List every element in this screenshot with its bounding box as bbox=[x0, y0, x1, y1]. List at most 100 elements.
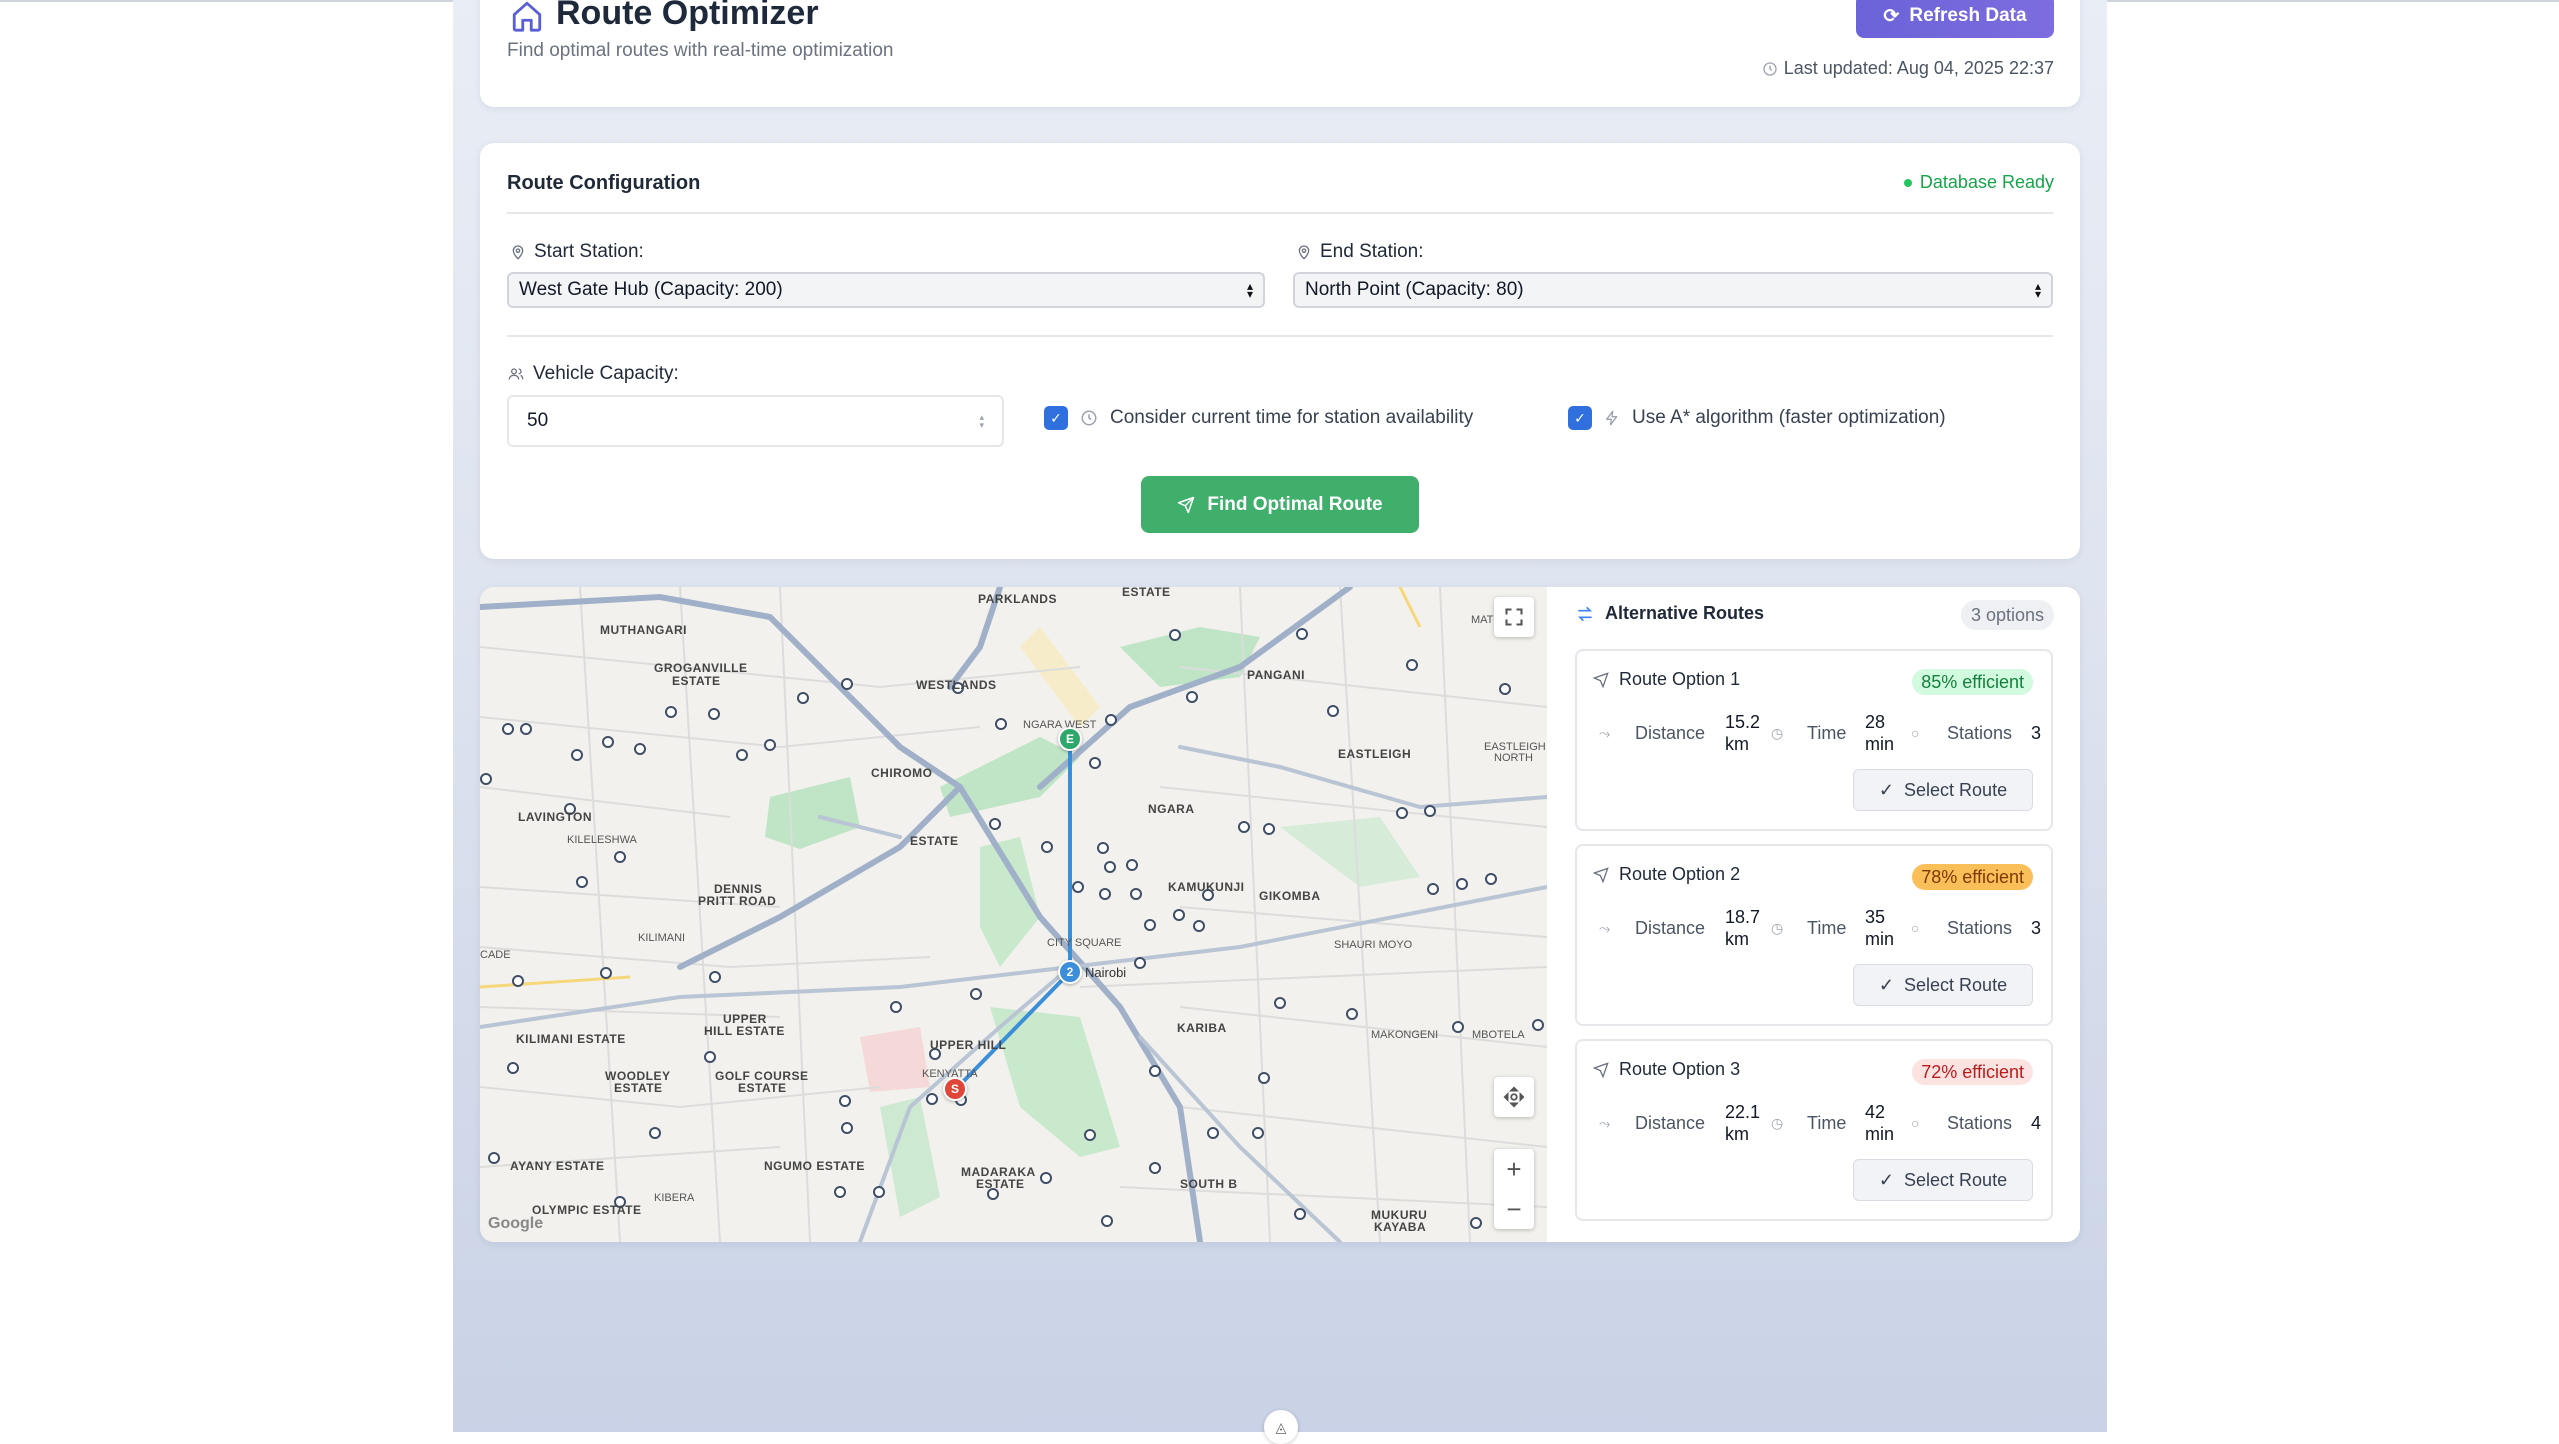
time-unit: min bbox=[1865, 1124, 1895, 1144]
map-label: AYANY ESTATE bbox=[510, 1159, 605, 1173]
start-station-marker[interactable]: S bbox=[943, 1077, 967, 1101]
config-title: Route Configuration bbox=[507, 172, 701, 194]
select-arrows-icon: ▴ ▾ bbox=[1246, 279, 1253, 301]
efficiency-badge: 85% efficient bbox=[1912, 669, 2033, 695]
map-label: PANGANI bbox=[1247, 668, 1305, 682]
header-card: Route Optimizer Find optimal routes with… bbox=[480, 0, 2080, 107]
find-optimal-route-button[interactable]: Find Optimal Route bbox=[1141, 476, 1419, 533]
select-route-label: Select Route bbox=[1904, 974, 2008, 995]
fullscreen-button[interactable] bbox=[1494, 597, 1534, 637]
map-label: ESTATE bbox=[672, 674, 721, 688]
astar-checkbox[interactable]: ✓ bbox=[1568, 406, 1592, 430]
divider bbox=[507, 212, 2053, 214]
route-option-card[interactable]: Route Option 2 78% efficient ⤳ Distance … bbox=[1575, 844, 2053, 1026]
time-availability-checkbox[interactable]: ✓ bbox=[1044, 406, 1068, 430]
stepper-arrows-icon[interactable]: ▴ ▾ bbox=[979, 413, 984, 430]
clock-icon bbox=[1081, 410, 1097, 426]
check-icon: ✓ bbox=[1878, 974, 1895, 995]
select-route-button[interactable]: ✓ Select Route bbox=[1853, 769, 2033, 811]
zoom-out-button[interactable]: − bbox=[1494, 1189, 1534, 1229]
time-value: 28 min bbox=[1865, 711, 1905, 755]
status-dot-icon bbox=[1903, 178, 1912, 187]
astar-option[interactable]: ✓ Use A* algorithm (faster optimization) bbox=[1568, 406, 1946, 430]
map-label: ESTATE bbox=[1122, 587, 1171, 599]
map-label: MBOTELA bbox=[1472, 1029, 1525, 1041]
home-icon bbox=[512, 1, 542, 32]
refresh-label: Refresh Data bbox=[1909, 5, 2027, 26]
check-icon: ✓ bbox=[1878, 779, 1895, 800]
route-map[interactable]: PARKLANDS ESTATE MUTHANGARI GROGANVILLE … bbox=[480, 587, 1547, 1242]
stations-value: 4 bbox=[2031, 1113, 2042, 1133]
map-label: MUTHANGARI bbox=[600, 623, 687, 637]
map-label: GIKOMBA bbox=[1259, 889, 1321, 903]
distance-unit: km bbox=[1725, 929, 1749, 949]
time-unit: min bbox=[1865, 734, 1895, 754]
vehicle-capacity-label-text: Vehicle Capacity: bbox=[533, 363, 679, 384]
map-label: CITY SQUARE bbox=[1047, 937, 1122, 949]
map-label: NGARA bbox=[1148, 802, 1195, 816]
zoom-in-button[interactable]: + bbox=[1494, 1149, 1534, 1189]
map-pin-icon bbox=[1298, 245, 1310, 260]
alternative-routes-header: Alternative Routes bbox=[1575, 603, 1764, 624]
end-station-marker[interactable]: E bbox=[1058, 727, 1082, 751]
map-label: OLYMPIC ESTATE bbox=[532, 1203, 642, 1217]
start-station-value: West Gate Hub (Capacity: 200) bbox=[519, 279, 783, 300]
end-station-label-text: End Station: bbox=[1320, 241, 1424, 262]
stations-label: Stations bbox=[1947, 723, 2013, 743]
route-icon: ⤳ bbox=[1599, 1115, 1611, 1131]
map-label: KILELESHWA bbox=[567, 834, 637, 846]
users-icon bbox=[508, 368, 524, 380]
time-label: Time bbox=[1807, 918, 1847, 938]
camera-control-button[interactable] bbox=[1494, 1077, 1534, 1117]
map-label: KAYABA bbox=[1374, 1220, 1427, 1234]
vehicle-capacity-input[interactable]: 50 ▴ ▾ bbox=[507, 395, 1004, 447]
select-route-button[interactable]: ✓ Select Route bbox=[1853, 964, 2033, 1006]
select-route-button[interactable]: ✓ Select Route bbox=[1853, 1159, 2033, 1201]
map-label: ESTATE bbox=[910, 834, 959, 848]
distance-label: Distance bbox=[1635, 918, 1706, 938]
time-label: Time bbox=[1807, 723, 1847, 743]
navigation-icon bbox=[1593, 671, 1609, 688]
map-label: WESTLANDS bbox=[916, 678, 997, 692]
swap-arrows-icon bbox=[1577, 606, 1593, 621]
start-station-select[interactable]: West Gate Hub (Capacity: 200) ▴ ▾ bbox=[507, 272, 1265, 308]
page-subtitle: Find optimal routes with real-time optim… bbox=[507, 40, 894, 61]
time-value: 42 min bbox=[1865, 1101, 1905, 1145]
map-label: NGUMO ESTATE bbox=[764, 1159, 865, 1173]
route-icon: ⤳ bbox=[1599, 920, 1611, 936]
distance-value: 18.7 km bbox=[1725, 906, 1765, 950]
stations-value: 3 bbox=[2031, 918, 2042, 938]
start-station-label: Start Station: bbox=[510, 241, 644, 263]
last-updated: Last updated: Aug 04, 2025 22:37 bbox=[1762, 58, 2054, 79]
options-count-badge: 3 options bbox=[1960, 600, 2054, 630]
route-option-card[interactable]: Route Option 1 85% efficient ⤳ Distance … bbox=[1575, 649, 2053, 831]
map-label: CHIROMO bbox=[871, 766, 933, 780]
map-label: MAKONGENI bbox=[1371, 1029, 1439, 1041]
map-label: ESTATE bbox=[738, 1081, 787, 1095]
end-station-select[interactable]: North Point (Capacity: 80) ▴ ▾ bbox=[1293, 272, 2053, 308]
end-station-label: End Station: bbox=[1296, 241, 1424, 263]
waypoint-marker[interactable]: 2 bbox=[1058, 960, 1082, 984]
route-stats: ⤳ Distance 18.7 km ◷ Time 35 min ○ Station… bbox=[1599, 906, 2042, 950]
divider bbox=[507, 335, 2053, 337]
map-label: EASTLEIGH bbox=[1338, 747, 1412, 761]
navigation-icon bbox=[1593, 1061, 1609, 1078]
clock-icon: ◷ bbox=[1771, 1115, 1784, 1131]
map-label: GROGANVILLE bbox=[654, 661, 748, 675]
refresh-data-button[interactable]: ⟳ Refresh Data bbox=[1856, 0, 2054, 38]
select-route-label: Select Route bbox=[1904, 779, 2008, 800]
map-label: SOUTH B bbox=[1180, 1177, 1238, 1191]
distance-unit: km bbox=[1725, 734, 1749, 754]
time-number: 35 bbox=[1865, 907, 1886, 927]
map-label: SHAURI MOYO bbox=[1334, 939, 1413, 951]
last-updated-text: Last updated: Aug 04, 2025 22:37 bbox=[1783, 58, 2054, 78]
route-option-card[interactable]: Route Option 3 72% efficient ⤳ Distance … bbox=[1575, 1039, 2053, 1221]
distance-value: 15.2 km bbox=[1725, 711, 1765, 755]
route-option-name: Route Option 1 bbox=[1593, 669, 1740, 690]
map-label: LAVINGTON bbox=[518, 810, 593, 824]
time-availability-option[interactable]: ✓ Consider current time for station avai… bbox=[1044, 406, 1473, 430]
check-icon: ✓ bbox=[1878, 1169, 1895, 1190]
select-arrows-icon: ▴ ▾ bbox=[2034, 279, 2041, 301]
alternative-routes-panel: Alternative Routes 3 options Route Optio… bbox=[1547, 587, 2080, 1242]
distance-number: 15.2 bbox=[1725, 712, 1761, 732]
